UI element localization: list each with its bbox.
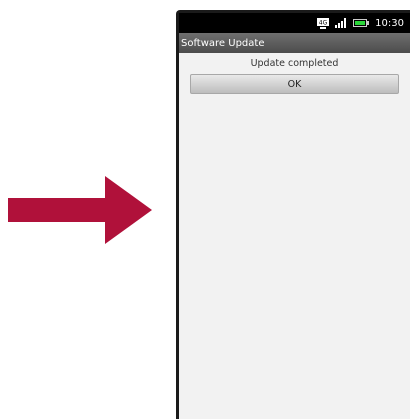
- app-title-bar: Software Update: [179, 33, 410, 53]
- right-arrow-icon: [8, 176, 152, 244]
- phone-frame: 4G 10:30 Software Update Update complete…: [176, 10, 410, 419]
- dialog-content: Update completed OK: [179, 53, 410, 419]
- battery-icon: [353, 19, 370, 27]
- status-time: 10:30: [375, 17, 404, 29]
- page-title: Software Update: [181, 37, 265, 49]
- phone-screen: 4G 10:30 Software Update Update complete…: [179, 13, 410, 419]
- ok-button-label: OK: [287, 78, 302, 90]
- svg-text:4G: 4G: [319, 19, 328, 26]
- ok-button[interactable]: OK: [190, 74, 399, 94]
- 4g-icon: 4G: [317, 17, 330, 29]
- signal-icon: [335, 18, 347, 28]
- status-bar: 4G 10:30: [179, 13, 410, 33]
- status-message: Update completed: [250, 58, 339, 69]
